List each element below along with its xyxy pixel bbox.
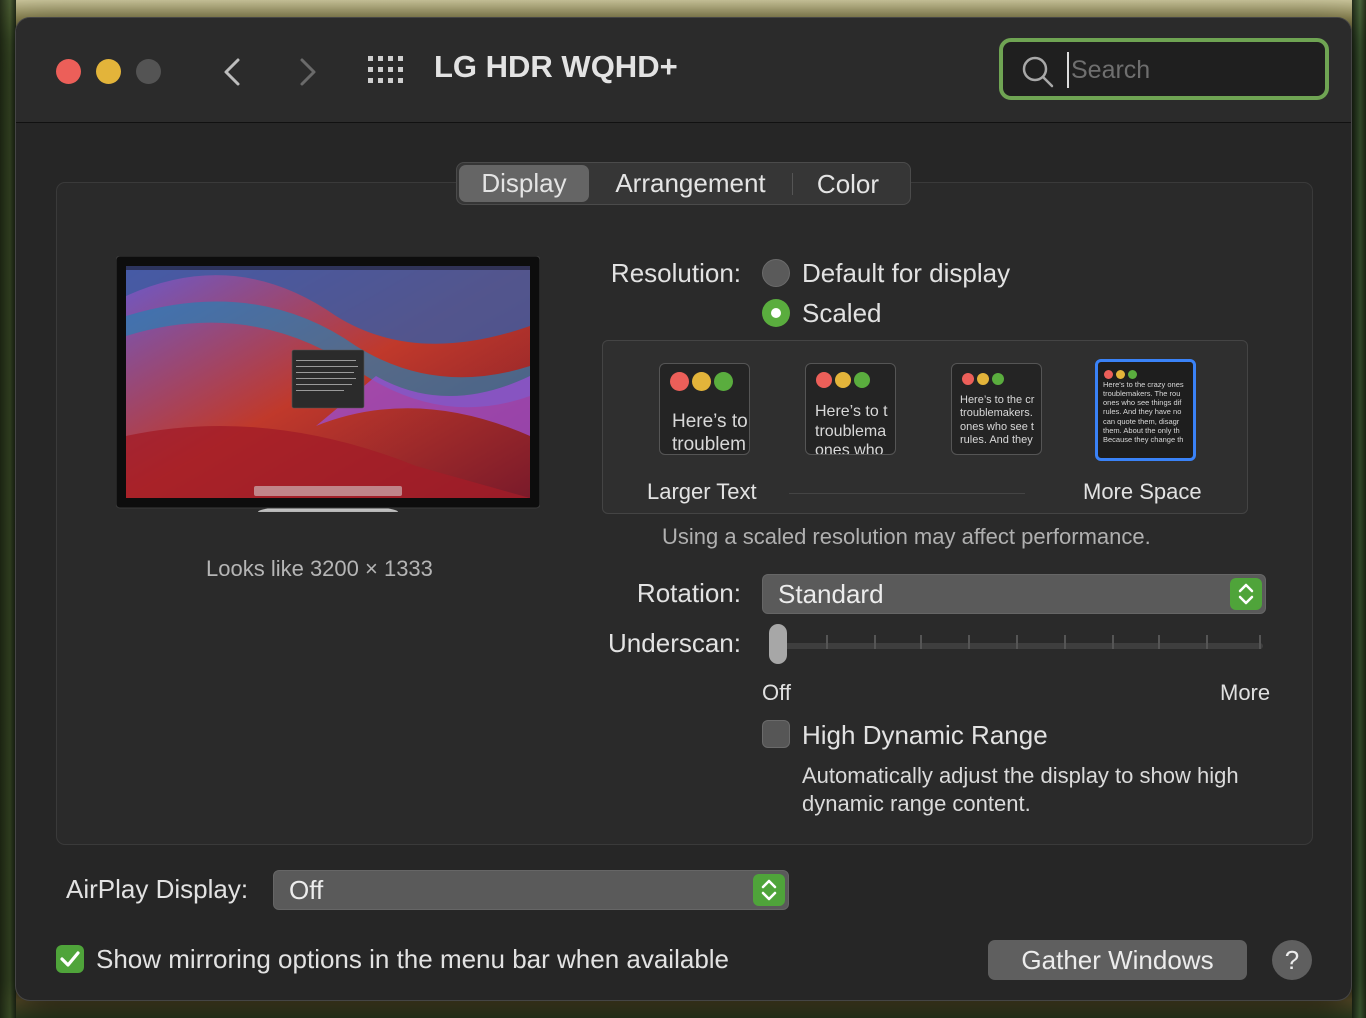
slider-tick bbox=[1016, 635, 1018, 649]
sample-text-line: rules. And they bbox=[960, 434, 1033, 447]
grid-icon bbox=[368, 56, 403, 83]
scaled-warning-text: Using a scaled resolution may affect per… bbox=[662, 524, 1151, 549]
mirroring-label: Show mirroring options in the menu bar w… bbox=[96, 944, 730, 974]
underscan-label: Underscan: bbox=[608, 628, 741, 658]
help-button[interactable]: ? bbox=[1272, 940, 1312, 980]
sample-text-line: ones who see t bbox=[960, 420, 1034, 433]
sample-text-line: can quote them, disagr bbox=[1103, 416, 1180, 426]
forward-button[interactable] bbox=[288, 52, 328, 92]
sample-text-line: rules. And they have no bbox=[1103, 407, 1182, 417]
sample-text-line: Here's to the crazy ones bbox=[1103, 380, 1184, 389]
sample-text-line: Here’s to the cr bbox=[960, 394, 1035, 406]
scale-option-1[interactable]: Here’s to troublem bbox=[659, 363, 750, 455]
underscan-slider-track[interactable] bbox=[777, 643, 1263, 649]
scale-option-4[interactable]: Here's to the crazy ones troublemakers. … bbox=[1095, 359, 1196, 461]
sample-text-line: troublem bbox=[672, 434, 746, 455]
mirroring-checkbox[interactable] bbox=[56, 945, 84, 973]
slider-tick bbox=[1112, 635, 1114, 649]
chevron-right-icon bbox=[300, 58, 316, 86]
chevron-left-icon bbox=[224, 58, 240, 86]
scaled-options-panel: Here’s to troublem Here’s to t troublema… bbox=[602, 340, 1248, 514]
window-title: LG HDR WQHD+ bbox=[434, 49, 678, 84]
window-controls-icon bbox=[670, 372, 736, 396]
slider-tick bbox=[874, 635, 876, 649]
sample-text-line: Because they change th bbox=[1103, 434, 1184, 444]
popup-arrows-icon bbox=[753, 874, 785, 906]
search-icon bbox=[1022, 56, 1054, 88]
tab-bar: Display Arrangement Color bbox=[456, 162, 911, 205]
scaled-radio[interactable] bbox=[762, 299, 790, 327]
zoom-button[interactable] bbox=[136, 59, 161, 84]
popup-arrows-icon bbox=[1230, 578, 1262, 610]
search-input[interactable] bbox=[1067, 52, 1313, 88]
title-bar: LG HDR WQHD+ bbox=[16, 18, 1351, 123]
sample-text-line: troublema bbox=[815, 422, 887, 440]
default-for-display-label: Default for display bbox=[802, 258, 1011, 288]
slider-tick bbox=[1064, 635, 1066, 649]
slider-tick bbox=[826, 635, 828, 649]
sample-text-line: them. About the only th bbox=[1103, 425, 1180, 435]
rotation-value: Standard bbox=[778, 579, 884, 609]
slider-tick bbox=[1158, 635, 1160, 649]
hdr-label: High Dynamic Range bbox=[802, 720, 1048, 750]
default-for-display-radio[interactable] bbox=[762, 259, 790, 287]
airplay-popup[interactable]: Off bbox=[273, 870, 789, 910]
sample-text-line: Here’s to bbox=[672, 411, 748, 432]
monitor-preview-image bbox=[116, 256, 540, 512]
close-button[interactable] bbox=[56, 59, 81, 84]
tab-display[interactable]: Display bbox=[459, 165, 589, 202]
rotation-popup[interactable]: Standard bbox=[762, 574, 1266, 614]
larger-text-label: Larger Text bbox=[647, 479, 757, 504]
gather-windows-button[interactable]: Gather Windows bbox=[988, 940, 1247, 980]
back-button[interactable] bbox=[214, 52, 254, 92]
resolution-label: Resolution: bbox=[610, 258, 741, 288]
underscan-max-label: More bbox=[1220, 680, 1271, 705]
slider-tick bbox=[968, 635, 970, 649]
window-controls-icon bbox=[962, 372, 1007, 390]
scaled-label: Scaled bbox=[802, 298, 882, 328]
tab-arrangement[interactable]: Arrangement bbox=[589, 165, 792, 202]
scale-divider bbox=[789, 493, 1025, 494]
tab-color[interactable]: Color bbox=[792, 171, 903, 197]
slider-tick bbox=[920, 635, 922, 649]
sample-text-line: ones who see things dif bbox=[1103, 398, 1182, 408]
minimize-button[interactable] bbox=[96, 59, 121, 84]
scale-option-3[interactable]: Here’s to the cr troublemakers. ones who… bbox=[951, 363, 1042, 455]
search-field[interactable] bbox=[999, 38, 1329, 100]
rotation-label: Rotation: bbox=[636, 578, 741, 608]
slider-tick bbox=[1206, 635, 1208, 649]
sample-text-line: Here’s to t bbox=[815, 403, 888, 420]
show-all-button[interactable] bbox=[366, 54, 406, 86]
underscan-slider-knob[interactable] bbox=[769, 624, 787, 664]
airplay-label: AirPlay Display: bbox=[66, 874, 249, 904]
underscan-min-label: Off bbox=[762, 680, 791, 705]
airplay-value: Off bbox=[289, 875, 324, 905]
sample-text-line: troublemakers. The rou bbox=[1103, 389, 1181, 399]
hdr-description: Automatically adjust the display to show… bbox=[802, 763, 1239, 816]
sample-text-line: ones who bbox=[815, 442, 884, 455]
window-controls-icon bbox=[816, 372, 873, 393]
effective-resolution-label: Looks like 3200 × 1333 bbox=[206, 556, 433, 581]
system-preferences-window: LG HDR WQHD+ Display Arrangement Color bbox=[16, 18, 1351, 1000]
hdr-checkbox[interactable] bbox=[762, 720, 790, 748]
checkmark-icon bbox=[60, 951, 80, 967]
more-space-label: More Space bbox=[1083, 479, 1202, 504]
scale-option-2[interactable]: Here’s to t troublema ones who bbox=[805, 363, 896, 455]
sample-text-line: troublemakers. bbox=[960, 407, 1033, 420]
slider-tick bbox=[1259, 635, 1261, 649]
